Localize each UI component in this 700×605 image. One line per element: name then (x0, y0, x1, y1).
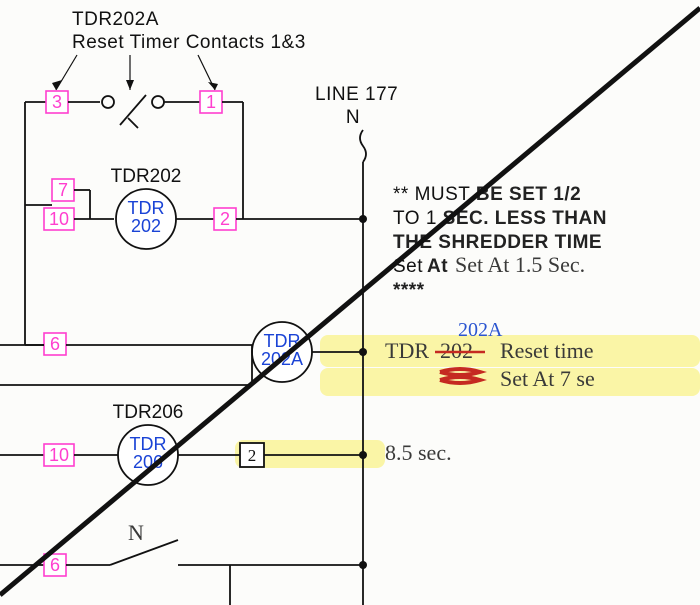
note-l4b: At (427, 256, 448, 277)
hand-set15: Set At 1.5 Sec. (455, 252, 585, 277)
title-line1: TDR202A (72, 9, 159, 30)
note-l5: **** (393, 280, 425, 301)
note-block: ** MUST BE SET 1/2 TO 1 SEC. LESS THAN T… (393, 184, 607, 301)
line177-n: N (346, 107, 360, 128)
svg-text:TO 1 SEC. LESS THAN: TO 1 SEC. LESS THAN (393, 208, 607, 229)
bottom-rung: 6 N (0, 520, 367, 605)
terminal-6b: 6 (50, 555, 60, 575)
tdr202-rung: 7 10 TDR 202 TDR202 2 (25, 166, 367, 249)
terminal-1: 1 (206, 92, 216, 112)
block-2-text: 2 (248, 446, 257, 465)
schematic-canvas: TDR202A Reset Timer Contacts 1&3 3 1 (0, 0, 700, 605)
terminal-2: 2 (220, 209, 230, 229)
terminal-10b: 10 (49, 445, 69, 465)
note-l2b: SEC. LESS THAN (443, 208, 607, 229)
coil-tdr206-label: TDR206 (113, 402, 184, 423)
hand-n: N (128, 520, 144, 545)
coil-tdr202-label: TDR202 (111, 166, 182, 187)
hand-tdr: TDR (385, 338, 429, 363)
hand-85sec: 8.5 sec. (385, 440, 452, 465)
title-line2: Reset Timer Contacts 1&3 (72, 32, 306, 53)
terminal-7: 7 (58, 180, 68, 200)
note-star: ** (393, 184, 409, 205)
terminal-10a: 10 (49, 209, 69, 229)
title-arrows (52, 55, 218, 90)
note-l3: THE SHREDDER TIME (393, 232, 602, 253)
terminal-3: 3 (52, 92, 62, 112)
hand-set7: Set At 7 se (500, 366, 595, 391)
terminal-6a: 6 (50, 334, 60, 354)
note-l1b: BE SET 1/2 (476, 184, 581, 205)
hand-202strike: 202 (440, 338, 473, 363)
line177-label: LINE 177 (315, 84, 398, 105)
coil-tdr202-bot: 202 (131, 216, 161, 236)
coil-tdr206-top: TDR (130, 434, 167, 454)
coil-tdr202-top: TDR (128, 198, 165, 218)
hand-resettime: Reset time (500, 338, 593, 363)
note-l2a: TO 1 (393, 208, 443, 229)
